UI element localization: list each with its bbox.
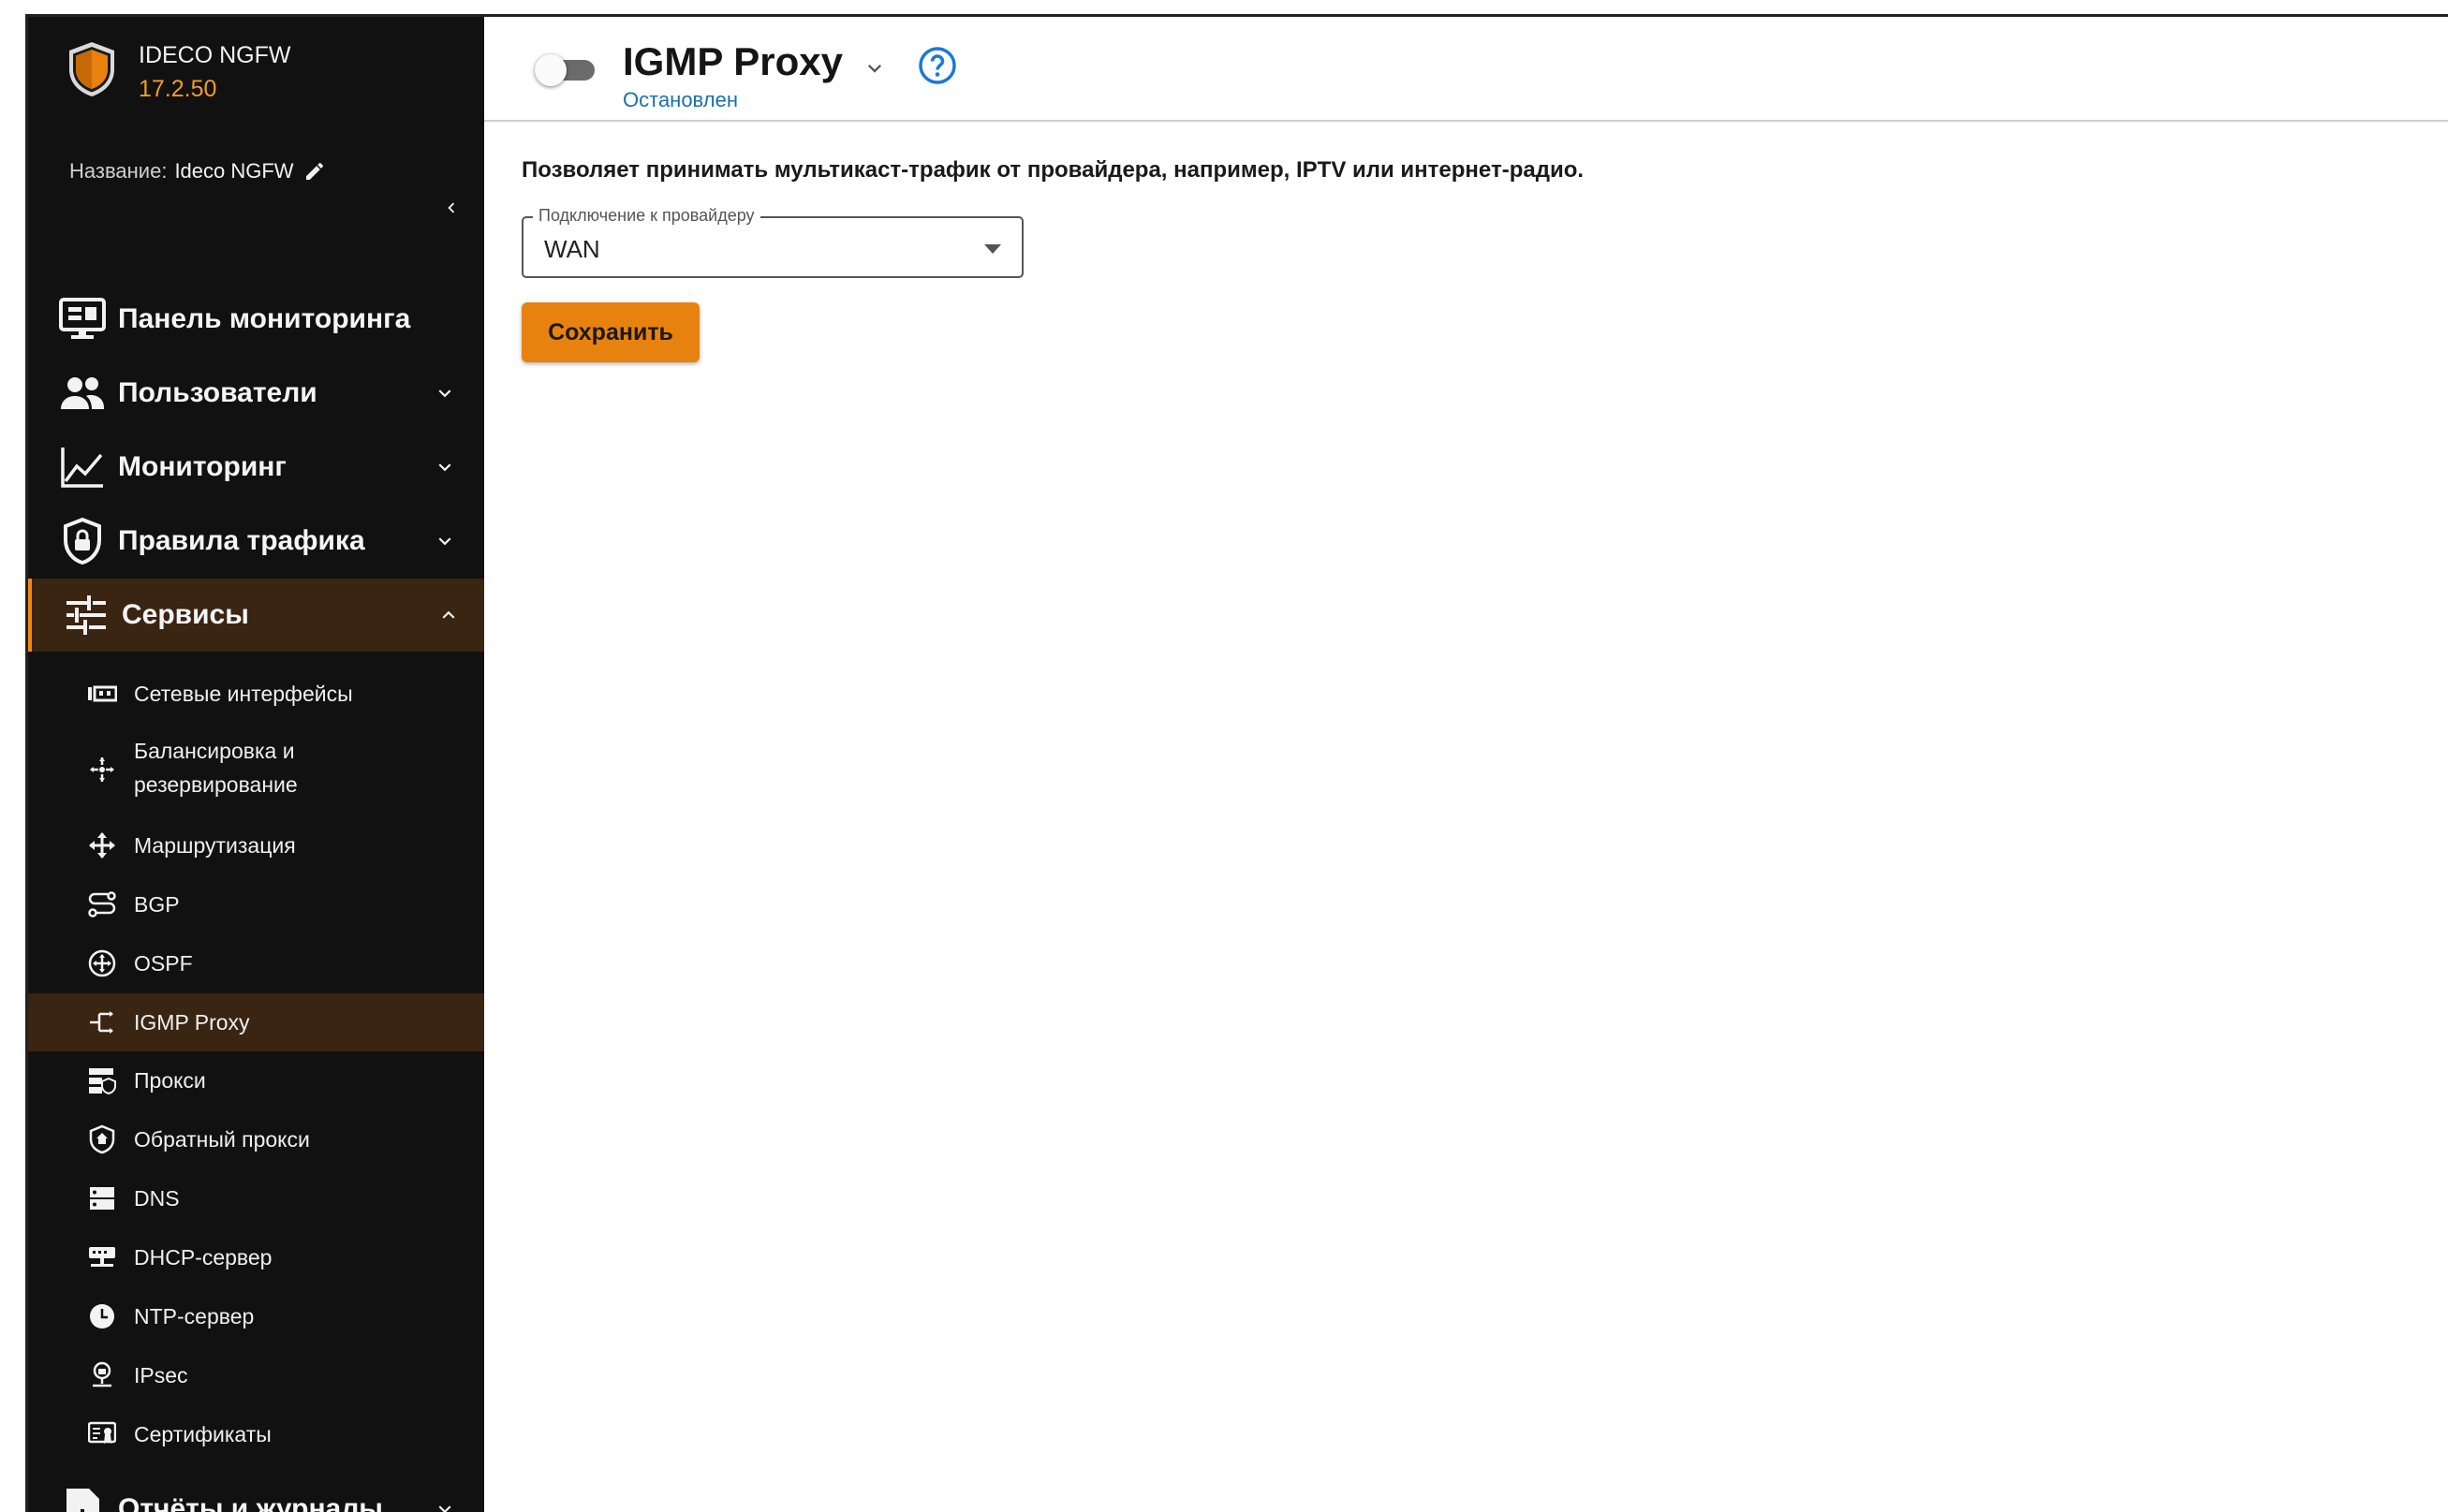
sidebar-item-label: IGMP Proxy: [134, 1010, 250, 1035]
network-interface-icon: [86, 678, 118, 710]
shield-lock-icon: [58, 517, 107, 565]
nav-item-label: Панель мониторинга: [118, 303, 411, 334]
chevron-down-icon: [429, 377, 461, 409]
sidebar-item-label: OSPF: [134, 951, 193, 976]
sidebar-item-proxy[interactable]: Прокси: [28, 1059, 484, 1102]
nav-item-users[interactable]: Пользователи: [28, 357, 484, 430]
sidebar-item-label: DHCP-сервер: [134, 1245, 273, 1270]
page-header: IGMP Proxy Остановлен: [484, 17, 2448, 122]
sidebar-item-ipsec[interactable]: IPsec: [28, 1354, 484, 1397]
sidebar-item-label-line1: Балансировка и: [134, 739, 295, 763]
sidebar-item-certificates[interactable]: Сертификаты: [28, 1413, 484, 1456]
sidebar-item-label-line2: резервирование: [134, 772, 298, 797]
chevron-down-icon: [429, 1493, 461, 1512]
brand-version: 17.2.50: [139, 76, 217, 102]
toggle-knob: [535, 54, 567, 86]
device-name: Название: Ideco NGFW: [69, 159, 326, 183]
chart-line-icon: [58, 443, 107, 492]
sidebar-item-ntp[interactable]: NTP-сервер: [28, 1295, 484, 1338]
page-title: IGMP Proxy: [623, 39, 843, 83]
sidebar-item-label: Прокси: [134, 1068, 206, 1093]
app-window: IDECO NGFW 17.2.50 Название: Ideco NGFW …: [25, 14, 2448, 1512]
dropdown-arrow-icon: [984, 244, 1001, 254]
sidebar-item-ospf[interactable]: OSPF: [28, 942, 484, 985]
certificate-icon: [86, 1418, 118, 1450]
nav-item-dashboard[interactable]: Панель мониторинга: [28, 283, 484, 356]
sidebar-item-reverse-proxy[interactable]: Обратный прокси: [28, 1118, 484, 1161]
proxy-icon: [86, 1064, 118, 1096]
report-icon: [58, 1485, 107, 1512]
nav-item-traffic-rules[interactable]: Правила трафика: [28, 505, 484, 578]
chevron-down-icon: [429, 525, 461, 557]
help-icon[interactable]: [917, 45, 958, 86]
sidebar-item-balancing[interactable]: Балансировка и резервирование: [28, 732, 484, 807]
service-enable-toggle[interactable]: [535, 52, 597, 86]
chevron-left-icon: [448, 202, 455, 213]
monitor-icon: [58, 295, 107, 344]
chevron-up-icon: [433, 599, 465, 631]
sidebar-item-label: Обратный прокси: [134, 1127, 310, 1152]
page-description: Позволяет принимать мультикаст-трафик от…: [522, 157, 1585, 183]
dns-icon: [86, 1182, 118, 1214]
sidebar-item-igmp-proxy[interactable]: IGMP Proxy: [28, 993, 484, 1051]
ospf-icon: [86, 947, 118, 979]
sidebar-item-label: NTP-сервер: [134, 1304, 255, 1329]
sidebar-item-dns[interactable]: DNS: [28, 1177, 484, 1220]
nav-item-reports[interactable]: Отчёты и журналы: [28, 1473, 484, 1512]
provider-connection-label: Подключение к провайдеру: [533, 206, 760, 226]
sidebar-item-label: Сертификаты: [134, 1422, 272, 1446]
sidebar-item-dhcp[interactable]: DHCP-сервер: [28, 1236, 484, 1279]
nav-item-label: Пользователи: [118, 377, 317, 408]
dhcp-icon: [86, 1241, 118, 1273]
service-status: Остановлен: [623, 88, 738, 111]
provider-connection-select[interactable]: Подключение к провайдеру WAN: [522, 206, 1024, 278]
nav-item-label: Правила трафика: [118, 525, 365, 556]
brand: IDECO NGFW 17.2.50: [66, 39, 291, 107]
device-name-label: Название:: [69, 159, 168, 183]
shield-logo-icon: [69, 42, 114, 96]
sidebar-item-bgp[interactable]: BGP: [28, 883, 484, 926]
provider-connection-value: WAN: [544, 235, 600, 263]
nav-item-label: Мониторинг: [118, 451, 287, 482]
pencil-icon[interactable]: [303, 160, 326, 183]
bgp-icon: [86, 888, 118, 920]
chevron-down-icon: [429, 451, 461, 483]
nav-item-label: Сервисы: [122, 599, 249, 630]
balance-icon: [86, 754, 118, 785]
clock-icon: [86, 1300, 118, 1332]
chevron-down-icon: [868, 65, 881, 73]
nav-item-label: Отчёты и журналы: [118, 1493, 383, 1512]
sidebar-item-routing[interactable]: Маршрутизация: [28, 824, 484, 867]
sidebar-item-label: DNS: [134, 1186, 180, 1211]
sidebar-item-label: BGP: [134, 892, 180, 917]
title-menu-button[interactable]: [859, 52, 891, 84]
sidebar-item-label: IPsec: [134, 1363, 188, 1387]
sidebar-item-label: Сетевые интерфейсы: [134, 682, 353, 706]
nav-item-monitoring[interactable]: Мониторинг: [28, 431, 484, 504]
device-name-value: Ideco NGFW: [174, 159, 294, 183]
nav-item-services[interactable]: Сервисы: [28, 579, 484, 652]
reverse-proxy-icon: [86, 1123, 118, 1155]
ipsec-icon: [86, 1359, 118, 1391]
sliders-icon: [62, 591, 111, 639]
users-icon: [58, 369, 107, 418]
save-button[interactable]: Сохранить: [522, 302, 700, 362]
igmp-icon: [86, 1006, 118, 1038]
sidebar: IDECO NGFW 17.2.50 Название: Ideco NGFW …: [28, 17, 484, 1512]
collapse-sidebar-button[interactable]: [435, 191, 468, 225]
brand-name: IDECO NGFW: [139, 42, 291, 68]
sidebar-item-network-interfaces[interactable]: Сетевые интерфейсы: [28, 672, 484, 715]
routing-icon: [86, 829, 118, 861]
sidebar-item-label: Маршрутизация: [134, 833, 296, 858]
main-content: IGMP Proxy Остановлен Позволяет принимат…: [484, 17, 2448, 1512]
